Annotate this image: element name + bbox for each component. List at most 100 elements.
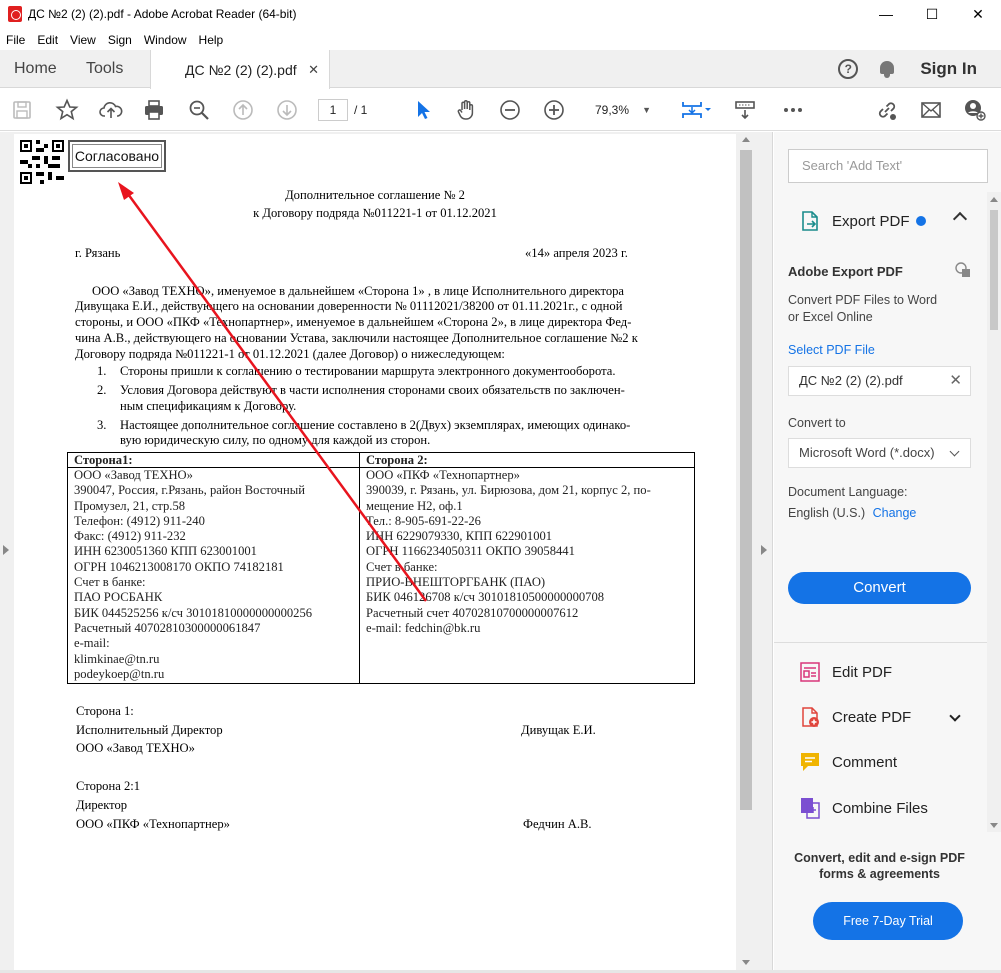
tab-home[interactable]: Home [14,50,57,88]
format-select-value: Microsoft Word (*.docx) [799,445,935,460]
document-language-label: Document Language: [788,485,908,499]
menu-bar: File Edit View Sign Window Help [0,30,229,50]
document-scrollbar[interactable] [737,132,755,970]
free-trial-button[interactable]: Free 7-Day Trial [813,902,963,940]
previous-page-icon[interactable] [230,98,256,122]
scroll-down-icon[interactable] [742,960,750,965]
sign-in-button[interactable]: Sign In [920,59,977,79]
party-1-line: e-mail: [74,636,110,651]
print-icon[interactable] [141,98,167,122]
list-item: Стороны пришли к соглашению о тестирован… [120,364,616,378]
bookmark-star-icon[interactable] [54,98,80,122]
chevron-right-icon [3,545,9,555]
next-page-icon[interactable] [274,98,300,122]
tools-search-input[interactable]: Search 'Add Text' [788,149,988,183]
list-item: Настоящее дополнительное соглашение сост… [120,418,631,432]
document-viewport[interactable]: Согласовано Дополнительное соглашение № … [0,132,773,970]
menu-sign[interactable]: Sign [102,33,138,47]
share-link-icon[interactable] [874,98,900,122]
list-item: ным спецификациям к Договору. [120,399,297,413]
clear-file-icon[interactable]: ✕ [949,367,962,395]
party-1-line: Расчетный 40702810300000061847 [74,620,261,635]
tool-comment[interactable]: Comment [798,748,897,776]
zoom-out-search-icon[interactable] [186,98,212,122]
page-fit-icon[interactable] [678,98,714,122]
menu-edit[interactable]: Edit [31,33,64,47]
doc-paragraph-line: Договору подряда №011221-1 от 01.12.2021… [75,347,505,361]
copy-icon[interactable] [954,261,972,279]
doc-paragraph-line: Дивущака Е.И., действующего на основании… [75,299,623,313]
scroll-mode-icon[interactable] [732,98,758,122]
tab-document[interactable]: ДС №2 (2) (2).pdf ✕ [150,50,330,89]
maximize-button[interactable]: ☐ [909,0,955,28]
scroll-down-icon[interactable] [990,823,998,828]
selected-file-field: ДС №2 (2) (2).pdf ✕ [788,366,971,396]
tool-combine-files[interactable]: Combine Files [798,794,928,822]
tool-create-pdf-label: Create PDF [832,708,912,726]
zoom-in-icon[interactable] [541,98,567,122]
export-desc-1: Convert PDF Files to Word [788,293,938,307]
zoom-level-value: 79,3% [595,103,630,117]
scrollbar-thumb[interactable] [740,150,752,810]
party-1-line: Промузел, 21, стр.58 [74,498,186,513]
scrollbar-thumb[interactable] [990,210,998,330]
language-value: English (U.S.) [788,506,866,520]
tab-tools[interactable]: Tools [86,50,123,88]
save-icon[interactable] [9,98,35,122]
more-tools-icon[interactable] [780,98,806,122]
hand-tool-icon[interactable] [453,98,479,122]
select-cursor-icon[interactable] [410,98,436,122]
chevron-down-icon[interactable] [949,710,961,722]
tool-create-pdf[interactable]: Create PDF [798,703,911,731]
zoom-out-icon[interactable] [497,98,523,122]
signature-1-org: ООО «Завод ТЕХНО» [76,741,195,755]
scroll-up-icon[interactable] [742,137,750,142]
window-title: ДС №2 (2) (2).pdf - Adobe Acrobat Reader… [28,7,297,21]
zoom-level-select[interactable]: 79,3% ▼ [585,99,657,121]
scroll-up-icon[interactable] [990,197,998,202]
export-pdf-icon [802,211,818,231]
right-panel-toggle[interactable] [755,132,773,970]
signature-2-role: Директор [76,798,128,812]
close-button[interactable]: ✕ [955,0,1001,28]
change-language-link[interactable]: Change [873,506,917,520]
add-user-icon[interactable] [962,98,988,122]
tool-edit-pdf[interactable]: Edit PDF [798,658,892,686]
edit-pdf-icon [800,662,820,682]
menu-view[interactable]: View [64,33,102,47]
left-panel-toggle[interactable] [0,132,14,970]
page-number-input[interactable]: 1 [318,99,348,121]
party-1-line: ООО «Завод ТЕХНО» [74,468,193,482]
convert-to-label: Convert to [788,416,846,430]
format-select[interactable]: Microsoft Word (*.docx) [788,438,971,468]
list-number: 3. [97,418,107,432]
signature-2-label: Сторона 2:1 [76,779,141,793]
party-1-line: ПАО РОСБАНК [74,590,163,605]
tool-combine-files-label: Combine Files [832,799,928,817]
comment-icon [801,753,819,771]
doc-title: Дополнительное соглашение № 2 [285,188,465,202]
tools-pane: Search 'Add Text' Export PDF Adobe Expor… [774,132,1001,970]
title-bar: ДС №2 (2) (2).pdf - Adobe Acrobat Reader… [0,0,1001,28]
party-2-details: ООО «ПКФ «Технопартнер» 390039, г. Рязань… [360,468,694,636]
signature-2-name: Федчин А.В. [523,817,592,831]
convert-button[interactable]: Convert [788,572,971,604]
menu-help[interactable]: Help [193,33,230,47]
help-icon[interactable]: ? [838,59,859,79]
signature-1-role: Исполнительный Директор [76,723,223,737]
menu-window[interactable]: Window [138,33,193,47]
email-icon[interactable] [918,98,944,122]
tab-close-icon[interactable]: ✕ [308,62,319,78]
party-2-line: БИК 046126708 к/сч 30101810500000000708 [366,590,605,605]
chevron-up-icon[interactable] [952,211,968,227]
tools-pane-scrollbar[interactable] [987,192,1001,832]
party-2-line: Тел.: 8-905-691-22-26 [366,513,481,528]
select-pdf-link[interactable]: Select PDF File [788,343,875,357]
upload-cloud-icon[interactable] [98,98,124,122]
minimize-button[interactable]: — [863,0,909,28]
export-pdf-header[interactable]: Export PDF [774,196,1001,246]
doc-date: «14» апреля 2023 г. [525,246,628,260]
menu-file[interactable]: File [0,33,31,47]
bell-icon[interactable] [878,60,896,78]
party-1-column: Сторона1: ООО «Завод ТЕХНО» 390047, Росси… [68,453,360,683]
